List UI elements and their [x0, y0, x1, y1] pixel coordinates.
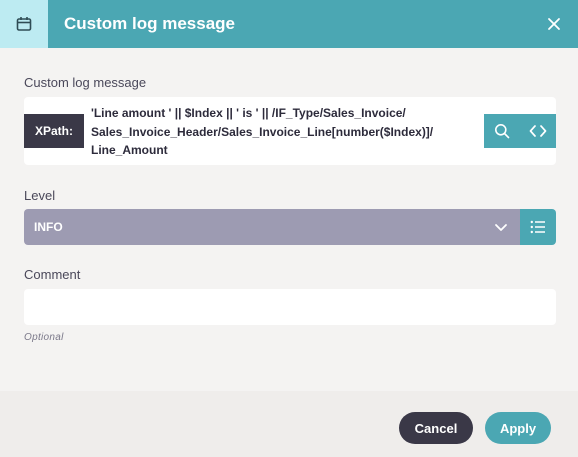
- level-list-button[interactable]: [520, 209, 556, 245]
- level-label: Level: [24, 188, 56, 203]
- custom-log-message-label: Custom log message: [24, 75, 147, 90]
- chevron-down-icon: [495, 224, 507, 231]
- dialog-footer: Cancel Apply: [0, 391, 578, 457]
- header-icon-box: [0, 0, 48, 48]
- comment-label: Comment: [24, 267, 81, 282]
- close-icon: [548, 18, 560, 30]
- code-icon: [529, 125, 547, 137]
- xpath-line: Sales_Invoice_Header/Sales_Invoice_Line[…: [91, 124, 434, 139]
- xpath-expression-text[interactable]: 'Line amount ' || $Index || ' is ' || /I…: [91, 104, 483, 160]
- calendar-icon: [16, 17, 32, 31]
- dialog-header: Custom log message: [0, 0, 578, 48]
- apply-button[interactable]: Apply: [485, 412, 551, 444]
- level-select[interactable]: INFO: [24, 209, 520, 245]
- xpath-line: Line_Amount: [91, 143, 168, 157]
- dialog-title: Custom log message: [64, 14, 235, 33]
- xpath-search-button[interactable]: [484, 114, 520, 148]
- level-selected-value: INFO: [34, 220, 63, 234]
- cancel-button[interactable]: Cancel: [399, 412, 473, 444]
- close-button[interactable]: [542, 12, 566, 36]
- search-icon: [495, 124, 510, 139]
- list-icon: [530, 220, 545, 234]
- xpath-code-button[interactable]: [520, 114, 556, 148]
- xpath-expression-field[interactable]: XPath: 'Line amount ' || $Index || ' is …: [24, 97, 556, 165]
- comment-optional-hint: Optional: [24, 332, 64, 343]
- xpath-actions: [484, 97, 556, 165]
- xpath-tag: XPath:: [24, 114, 84, 148]
- comment-input[interactable]: [24, 289, 556, 325]
- xpath-line: 'Line amount ' || $Index || ' is ' || /I…: [91, 106, 406, 120]
